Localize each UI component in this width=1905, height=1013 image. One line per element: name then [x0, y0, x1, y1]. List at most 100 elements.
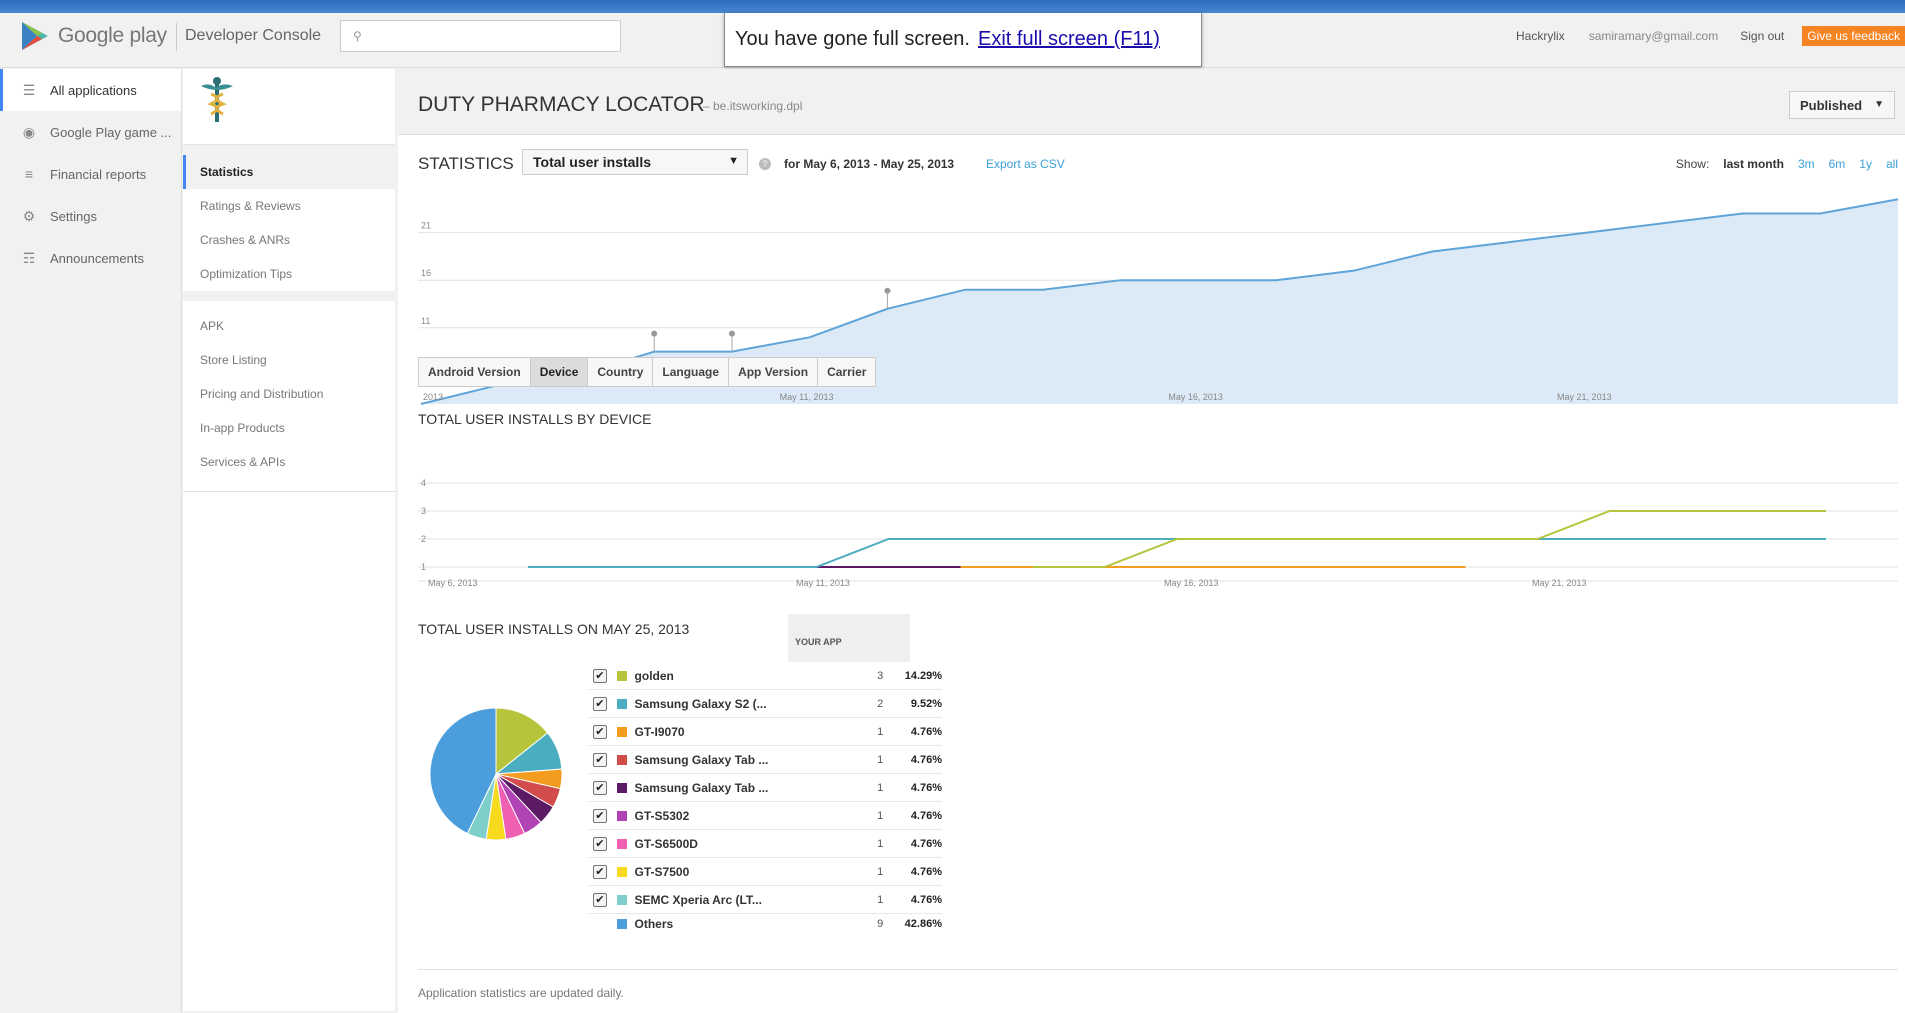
install-percent: 4.76% [910, 837, 943, 850]
publish-status-label: Published [1800, 98, 1863, 113]
y-tick-label: 21 [421, 221, 431, 231]
subnav-crashes-anrs[interactable]: Crashes & ANRs [183, 223, 395, 257]
install-percent: 4.76% [910, 893, 943, 906]
y-tick-label: 16 [421, 268, 431, 278]
account-name[interactable]: Hackrylix [1516, 29, 1565, 43]
nav-label: Announcements [50, 250, 144, 266]
coins-icon: ≡ [24, 166, 34, 182]
install-percent: 4.76% [910, 725, 943, 738]
nav-settings[interactable]: ⚙ Settings [0, 195, 181, 237]
device-name: GT-S5302 [634, 808, 690, 823]
range-all[interactable]: all [1886, 157, 1898, 171]
app-title: DUTY PHARMACY LOCATOR [418, 93, 705, 116]
nav-label: Google Play game ... [50, 124, 172, 140]
tab-language[interactable]: Language [653, 358, 730, 386]
install-count: 2 [877, 697, 884, 710]
play-triangle-icon [22, 22, 48, 50]
statistics-heading: STATISTICS [418, 154, 514, 173]
device-name: SEMC Xperia Arc (LT... [634, 892, 762, 907]
account-email: samiramary@gmail.com [1588, 29, 1719, 43]
row-checkbox[interactable]: ✔ [593, 864, 607, 879]
subnav-statistics[interactable]: Statistics [183, 155, 395, 189]
help-icon[interactable]: ? [759, 158, 771, 170]
brand-label: Google play [58, 24, 167, 47]
table-row: ✔ GT-I9070 1 4.76% [588, 718, 942, 746]
row-checkbox[interactable]: ✔ [593, 892, 607, 907]
row-checkbox[interactable]: ✔ [593, 724, 607, 739]
subnav-services-apis[interactable]: Services & APIs [183, 445, 395, 479]
range-last-month[interactable]: last month [1723, 157, 1784, 171]
tab-device[interactable]: Device [530, 358, 589, 386]
statistics-toolbar: STATISTICS Total user installs ▼ ? for M… [418, 147, 1898, 177]
tab-app-version[interactable]: App Version [729, 358, 819, 386]
installs-by-device-heading: TOTAL USER INSTALLS BY DEVICE [418, 411, 652, 427]
metric-select-value: Total user installs [533, 154, 651, 170]
google-play-logo[interactable]: Google play [20, 20, 167, 52]
tab-android-version[interactable]: Android Version [419, 358, 531, 386]
install-percent: 4.76% [910, 865, 943, 878]
subnav-apk[interactable]: APK [183, 309, 395, 343]
row-checkbox[interactable]: ✔ [593, 752, 607, 767]
nav-label: Financial reports [50, 166, 147, 182]
app-sub-navigation: Statistics Ratings & Reviews Crashes & A… [183, 69, 395, 1013]
y-tick-label: 4 [421, 478, 426, 488]
list-icon: ☰ [22, 81, 36, 98]
app-title-bar: DUTY PHARMACY LOCATOR – be.itsworking.dp… [398, 69, 1905, 135]
gamepad-icon: ◉ [22, 123, 36, 140]
row-checkbox[interactable]: ✔ [593, 696, 607, 711]
install-percent: 14.29% [904, 669, 943, 682]
subnav-pricing-distribution[interactable]: Pricing and Distribution [183, 377, 395, 411]
search-input[interactable]: ⚲ [340, 20, 621, 52]
subnav-ratings-reviews[interactable]: Ratings & Reviews [183, 189, 395, 223]
installs-by-device-chart: 1 2 3 4 May 6, 2013 May 11, 2013 May 16, 2013 M… [418, 478, 1898, 588]
color-swatch [616, 866, 627, 877]
nav-financial-reports[interactable]: ≡ Financial reports [0, 153, 181, 195]
nav-label: All applications [50, 82, 137, 98]
range-6m[interactable]: 6m [1829, 157, 1846, 171]
color-swatch [616, 698, 627, 709]
install-count: 9 [877, 918, 884, 930]
header-account: Hackrylix samiramary@gmail.com Sign out … [1516, 26, 1905, 46]
app-header: Google play Developer Console ⚲ You have… [0, 13, 1905, 68]
tab-carrier[interactable]: Carrier [818, 358, 876, 386]
row-checkbox[interactable]: ✔ [593, 668, 607, 683]
nav-game-services[interactable]: ◉ Google Play game ... [0, 111, 181, 153]
subnav-optimization-tips[interactable]: Optimization Tips [183, 257, 395, 291]
header-divider [176, 23, 177, 51]
row-checkbox[interactable]: ✔ [593, 780, 607, 795]
row-checkbox[interactable]: ✔ [593, 836, 607, 851]
table-row: ✔ GT-S7500 1 4.76% [588, 858, 942, 886]
range-1y[interactable]: 1y [1859, 157, 1872, 171]
device-name: GT-I9070 [634, 724, 685, 739]
table-row: ✔ Samsung Galaxy Tab ... 1 4.76% [588, 774, 942, 802]
install-percent: 9.52% [910, 697, 943, 710]
nav-announcements[interactable]: ☶ Announcements [0, 237, 181, 279]
x-tick-label: May 11, 2013 [780, 392, 834, 402]
row-checkbox[interactable]: ✔ [593, 808, 607, 823]
metric-select[interactable]: Total user installs ▼ [522, 149, 748, 175]
nav-all-applications[interactable]: ☰ All applications [0, 69, 181, 111]
install-percent: 4.76% [910, 809, 943, 822]
tab-country[interactable]: Country [588, 358, 654, 386]
color-swatch [616, 919, 627, 929]
subnav-in-app-products[interactable]: In-app Products [183, 411, 395, 445]
install-count: 1 [877, 893, 884, 906]
y-tick-label: 1 [421, 562, 426, 572]
window-top-strip [0, 0, 1905, 13]
exit-fullscreen-link[interactable]: Exit full screen (F11) [978, 28, 1160, 50]
install-count: 1 [877, 837, 884, 850]
table-row: ✔ golden 3 14.29% [588, 662, 942, 690]
sign-out-link[interactable]: Sign out [1740, 29, 1784, 43]
install-count: 1 [877, 781, 884, 794]
feedback-button[interactable]: Give us feedback [1802, 26, 1905, 46]
publish-status-dropdown[interactable]: Published ▼ [1789, 91, 1895, 119]
package-name: – be.itsworking.dpl [703, 99, 803, 113]
subnav-filler [183, 491, 395, 1011]
subnav-store-listing[interactable]: Store Listing [183, 343, 395, 377]
dropdown-arrow-icon: ▼ [1874, 99, 1884, 110]
megaphone-icon: ☶ [22, 249, 36, 266]
export-csv-link[interactable]: Export as CSV [986, 157, 1065, 171]
range-3m[interactable]: 3m [1798, 157, 1815, 171]
x-tick-label: 2013 [423, 392, 443, 402]
table-row: ✔ Samsung Galaxy Tab ... 1 4.76% [588, 746, 942, 774]
